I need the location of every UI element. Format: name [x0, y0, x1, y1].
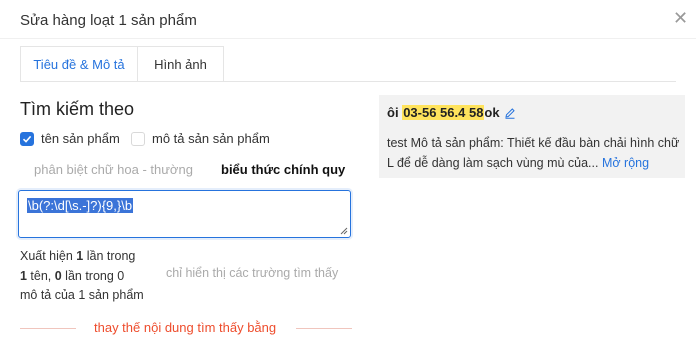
case-sensitive-option[interactable]: phân biệt chữ hoa - thường — [34, 162, 193, 177]
tab-title-description[interactable]: Tiêu đề & Mô tả — [20, 46, 138, 82]
only-found-fields-toggle[interactable]: chỉ hiển thị các trường tìm thấy — [166, 266, 338, 280]
dialog-title: Sửa hàng loạt 1 sản phẩm — [20, 12, 197, 29]
preview-product-title: ôi 03-56 56.4 58 ok — [387, 105, 516, 120]
search-section-title: Tìm kiếm theo — [20, 99, 135, 119]
search-option-product-name[interactable]: tên sản phẩm — [20, 131, 120, 146]
close-icon[interactable]: ✕ — [673, 8, 688, 29]
replace-section-label: thay thế nội dung tìm thấy bằng — [94, 320, 277, 335]
expand-link[interactable]: Mở rộng — [602, 156, 649, 170]
replace-divider-right — [296, 328, 352, 329]
checkbox-checked-icon[interactable] — [20, 131, 34, 146]
tab-images[interactable]: Hình ảnh — [138, 46, 224, 82]
search-option-label: mô tả sản sản phẩm — [152, 131, 270, 146]
preview-panel: ôi 03-56 56.4 58 ok test Mô tả sản phẩm:… — [379, 95, 685, 178]
checkbox-unchecked-icon[interactable] — [131, 131, 145, 146]
replace-divider-left — [20, 328, 76, 329]
preview-description: test Mô tả sản phẩm: Thiết kế đầu bàn ch… — [387, 136, 680, 170]
pencil-icon[interactable] — [504, 107, 516, 119]
search-option-label: tên sản phẩm — [41, 131, 120, 146]
tab-divider — [20, 81, 676, 82]
search-option-description[interactable]: mô tả sản sản phẩm — [131, 131, 270, 146]
match-stats: Xuất hiện 1 lần trong 1 tên, 0 lần trong… — [20, 249, 144, 302]
regex-input-value: \b(?:\d[\s.-]?){9,}\b — [27, 198, 134, 213]
match-highlight: 03-56 56.4 58 — [402, 105, 485, 120]
regex-input[interactable]: \b(?:\d[\s.-]?){9,}\b — [18, 190, 351, 238]
regex-option[interactable]: biểu thức chính quy — [221, 162, 345, 177]
header-divider — [0, 38, 696, 39]
resize-handle-icon[interactable] — [340, 227, 348, 235]
